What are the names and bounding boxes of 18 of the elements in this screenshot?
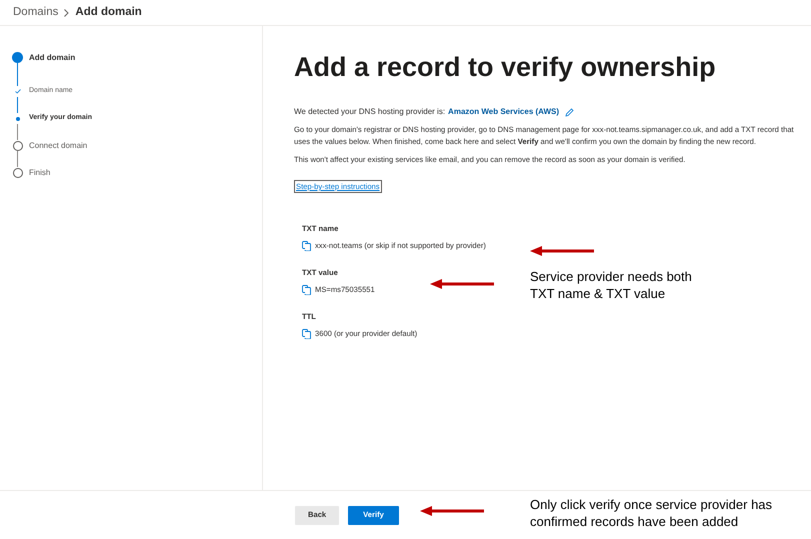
step-label: Add domain bbox=[29, 52, 76, 64]
breadcrumb-item: Add domain bbox=[75, 4, 142, 20]
copy-icon[interactable] bbox=[302, 284, 311, 295]
annotation-note: Service provider needs both TXT name & TXT value bbox=[530, 268, 693, 302]
annotation-arrow bbox=[430, 279, 494, 289]
copy-icon[interactable] bbox=[302, 241, 311, 252]
edit-icon[interactable] bbox=[565, 108, 574, 116]
breadcrumb-item[interactable]: Domains bbox=[13, 4, 58, 22]
annotation-arrow bbox=[420, 506, 484, 516]
annotation-arrow bbox=[530, 246, 594, 256]
copy-icon[interactable] bbox=[302, 328, 311, 339]
step-label: Finish bbox=[29, 166, 50, 178]
provider-text: We detected your DNS hosting provider is: bbox=[294, 106, 446, 118]
chevron-icon bbox=[64, 8, 70, 16]
provider-name: Amazon Web Services (AWS) bbox=[448, 106, 560, 118]
step-label: Connect domain bbox=[29, 140, 88, 152]
page-title: Add a record to verify ownership bbox=[294, 51, 717, 84]
annotation-note: Only click verify once service provider has confirmed records have been added bbox=[530, 496, 774, 530]
